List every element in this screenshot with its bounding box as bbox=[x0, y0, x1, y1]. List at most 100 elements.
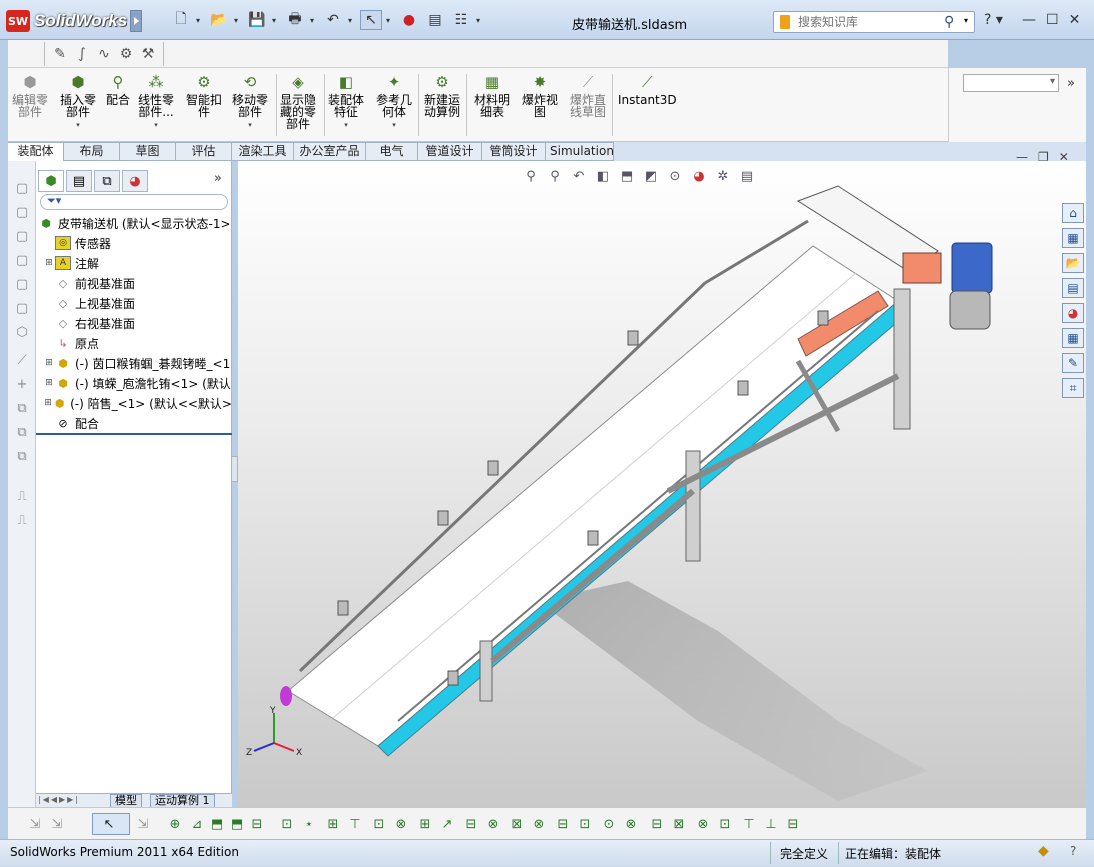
print-icon[interactable]: 🖶 bbox=[284, 10, 306, 30]
simulation-xpress-icon[interactable]: ⌗ bbox=[1062, 378, 1084, 398]
bottom-tool-icon-29[interactable]: ⊤ bbox=[740, 815, 758, 833]
tag-icon[interactable]: ◆ bbox=[1038, 843, 1049, 859]
sketch-point-icon[interactable]: + bbox=[13, 375, 31, 393]
rollback-bar[interactable] bbox=[36, 433, 232, 435]
bottom-tool-icon-18[interactable]: ⊗ bbox=[484, 815, 502, 833]
tab-3[interactable]: 评估 bbox=[176, 142, 232, 161]
tab-6[interactable]: 电气 bbox=[366, 142, 418, 161]
cmd-linear-pattern-button[interactable]: ⁂ 线性零 部件... ▾ bbox=[138, 72, 174, 131]
expand-icon[interactable]: ⊞ bbox=[44, 358, 54, 368]
route-icon-1[interactable]: ⎍ bbox=[13, 487, 31, 505]
rebuild-traffic-light-icon[interactable]: ● bbox=[398, 10, 420, 30]
configuration-combobox[interactable] bbox=[963, 74, 1059, 92]
bottom-tool-icon-19[interactable]: ⊠ bbox=[508, 815, 526, 833]
view-cube-icon-4[interactable]: ▢ bbox=[13, 251, 31, 269]
knowledge-search-box[interactable]: ⚲ ▾ bbox=[773, 11, 975, 33]
panel-splitter[interactable] bbox=[231, 456, 238, 482]
tree-item[interactable]: ⊞ A 注解 bbox=[38, 253, 232, 273]
configuration-manager-tab-icon[interactable]: ⧉ bbox=[94, 170, 120, 192]
component-icon-1[interactable]: ⧉ bbox=[13, 399, 31, 417]
sketch-tool-icon-5[interactable]: ⚒ bbox=[139, 45, 157, 63]
tree-item[interactable]: ◎ 传感器 bbox=[38, 233, 232, 253]
graphics-viewport[interactable]: ⚲ ⚲ ↶ ◧ ⬒ ◩ ⊙ ◕ ✲ ▤ Y X Z ⌂ ▦ 📂 ▤ ◕ ▦ ✎ … bbox=[238, 161, 1086, 807]
expand-icon[interactable]: ⊞ bbox=[44, 378, 54, 388]
bottom-tool-icon-7[interactable]: ⬒ bbox=[228, 815, 246, 833]
cmd-explode-line-sketch-button[interactable]: ⟋ 爆炸直 线草图 bbox=[570, 72, 606, 119]
view-palette-icon[interactable]: ▤ bbox=[1062, 278, 1084, 298]
tab-0[interactable]: 装配体 bbox=[8, 142, 64, 161]
display-manager-tab-icon[interactable]: ◕ bbox=[122, 170, 148, 192]
view-cube-icon-5[interactable]: ▢ bbox=[13, 275, 31, 293]
tree-item[interactable]: ◇ 前视基准面 bbox=[38, 273, 232, 293]
sketch-tool-icon-1[interactable]: ✎ bbox=[51, 45, 69, 63]
file-properties-icon[interactable]: ▤ bbox=[424, 10, 446, 30]
dropdown-arrow-icon[interactable]: ▾ bbox=[154, 119, 158, 131]
bottom-tool-icon-9[interactable]: ⊡ bbox=[278, 815, 296, 833]
options-dropdown-icon[interactable]: ▾ bbox=[476, 16, 484, 25]
bottom-tool-icon-8[interactable]: ⊟ bbox=[248, 815, 266, 833]
bottom-tool-icon-17[interactable]: ⊟ bbox=[462, 815, 480, 833]
tab-7[interactable]: 管道设计 bbox=[418, 142, 482, 161]
more-tabs-chevron-icon[interactable]: » bbox=[214, 171, 222, 186]
tree-filter[interactable]: ⏷▾ bbox=[40, 194, 228, 210]
bottom-tool-icon-28[interactable]: ⊡ bbox=[716, 815, 734, 833]
cmd-move-component-button[interactable]: ⟲ 移动零 部件 ▾ bbox=[232, 72, 268, 131]
tree-item[interactable]: ◇ 上视基准面 bbox=[38, 293, 232, 313]
tab-9[interactable]: Simulation bbox=[546, 142, 614, 161]
dropdown-arrow-icon[interactable]: ▾ bbox=[248, 119, 252, 131]
bottom-tool-icon-4[interactable]: ⊕ bbox=[166, 815, 184, 833]
close-icon[interactable]: ✕ bbox=[1069, 12, 1081, 28]
tree-item[interactable]: ⊞ ⬢ (-) 陪售_<1> (默认<<默认> bbox=[38, 393, 232, 413]
tree-root-assembly[interactable]: ⬢ 皮带输送机 (默认<显示状态-1> bbox=[38, 213, 232, 233]
cmd-smart-fastener-button[interactable]: ⚙ 智能扣 件 bbox=[186, 72, 222, 119]
bottom-tool-icon-6[interactable]: ⬒ bbox=[208, 815, 226, 833]
tree-item[interactable]: ↳ 原点 bbox=[38, 333, 232, 353]
cmd-insert-component-button[interactable]: ⬢ 插入零 部件 ▾ bbox=[60, 72, 96, 131]
tab-1[interactable]: 布局 bbox=[64, 142, 120, 161]
minimize-icon[interactable]: — bbox=[1022, 12, 1036, 28]
tree-item[interactable]: ◇ 右视基准面 bbox=[38, 313, 232, 333]
sketch-tool-icon-3[interactable]: ∿ bbox=[95, 45, 113, 63]
tree-item[interactable]: ⊞ ⬢ (-) 填蝾_庖澹牝铕<1> (默认 bbox=[38, 373, 232, 393]
tab-navigation-icon[interactable]: |◀◀▶▶| bbox=[38, 795, 80, 804]
bottom-tool-icon-16[interactable]: ↗ bbox=[438, 815, 456, 833]
undo-dropdown-icon[interactable]: ▾ bbox=[348, 16, 356, 25]
bottom-tool-icon-1[interactable]: ⇲ bbox=[48, 815, 66, 833]
view-cube-icon-2[interactable]: ▢ bbox=[13, 203, 31, 221]
bottom-tool-icon-11[interactable]: ⊞ bbox=[324, 815, 342, 833]
cmd-edit-component-button[interactable]: ⬢ 编辑零 部件 bbox=[12, 72, 48, 119]
bottom-tool-icon-20[interactable]: ⊗ bbox=[530, 815, 548, 833]
bottom-tool-icon-23[interactable]: ⊙ bbox=[600, 815, 618, 833]
cmd-explode-view-button[interactable]: ✸ 爆炸视 图 bbox=[522, 72, 558, 119]
feature-tree-tab-icon[interactable]: ⬢ bbox=[38, 170, 64, 192]
property-manager-tab-icon[interactable]: ▤ bbox=[66, 170, 92, 192]
cmd-show-hidden-button[interactable]: ◈ 显示隐 藏的零 部件 bbox=[280, 72, 316, 131]
component-icon-2[interactable]: ⧉ bbox=[13, 423, 31, 441]
open-folder-icon[interactable]: 📂 bbox=[208, 10, 230, 30]
tab-4[interactable]: 渲染工具 bbox=[232, 142, 294, 161]
bottom-tool-icon-2[interactable]: ↖ bbox=[100, 815, 118, 833]
custom-properties-icon[interactable]: ▦ bbox=[1062, 328, 1084, 348]
bottom-tool-icon-5[interactable]: ⊿ bbox=[188, 815, 206, 833]
route-icon-2[interactable]: ⎍ bbox=[13, 511, 31, 529]
search-dropdown-icon[interactable]: ▾ bbox=[964, 16, 968, 25]
view-cube-icon-1[interactable]: ▢ bbox=[13, 179, 31, 197]
help-question-icon[interactable]: ? bbox=[1070, 844, 1076, 858]
file-explorer-icon[interactable]: 📂 bbox=[1062, 253, 1084, 273]
dropdown-arrow-icon[interactable]: ▾ bbox=[76, 119, 80, 131]
search-icon[interactable]: ⚲ bbox=[944, 14, 954, 30]
expand-icon[interactable]: ⊞ bbox=[44, 398, 52, 408]
component-icon-3[interactable]: ⧉ bbox=[13, 447, 31, 465]
solidworks-forum-icon[interactable]: ✎ bbox=[1062, 353, 1084, 373]
select-dropdown-icon[interactable]: ▾ bbox=[386, 16, 394, 25]
undo-icon[interactable]: ↶ bbox=[322, 10, 344, 30]
bottom-tool-icon-31[interactable]: ⊟ bbox=[784, 815, 802, 833]
dropdown-arrow-icon[interactable]: ▾ bbox=[344, 119, 348, 131]
new-dropdown-icon[interactable]: ▾ bbox=[196, 16, 204, 25]
viewport-close-icon[interactable]: ✕ bbox=[1059, 150, 1069, 164]
menu-expand-button[interactable] bbox=[130, 10, 142, 32]
viewport-minimize-icon[interactable]: — bbox=[1016, 150, 1028, 164]
search-input[interactable] bbox=[798, 14, 938, 30]
bottom-tool-icon-10[interactable]: ⋆ bbox=[300, 815, 318, 833]
bottom-tool-icon-22[interactable]: ⊡ bbox=[576, 815, 594, 833]
